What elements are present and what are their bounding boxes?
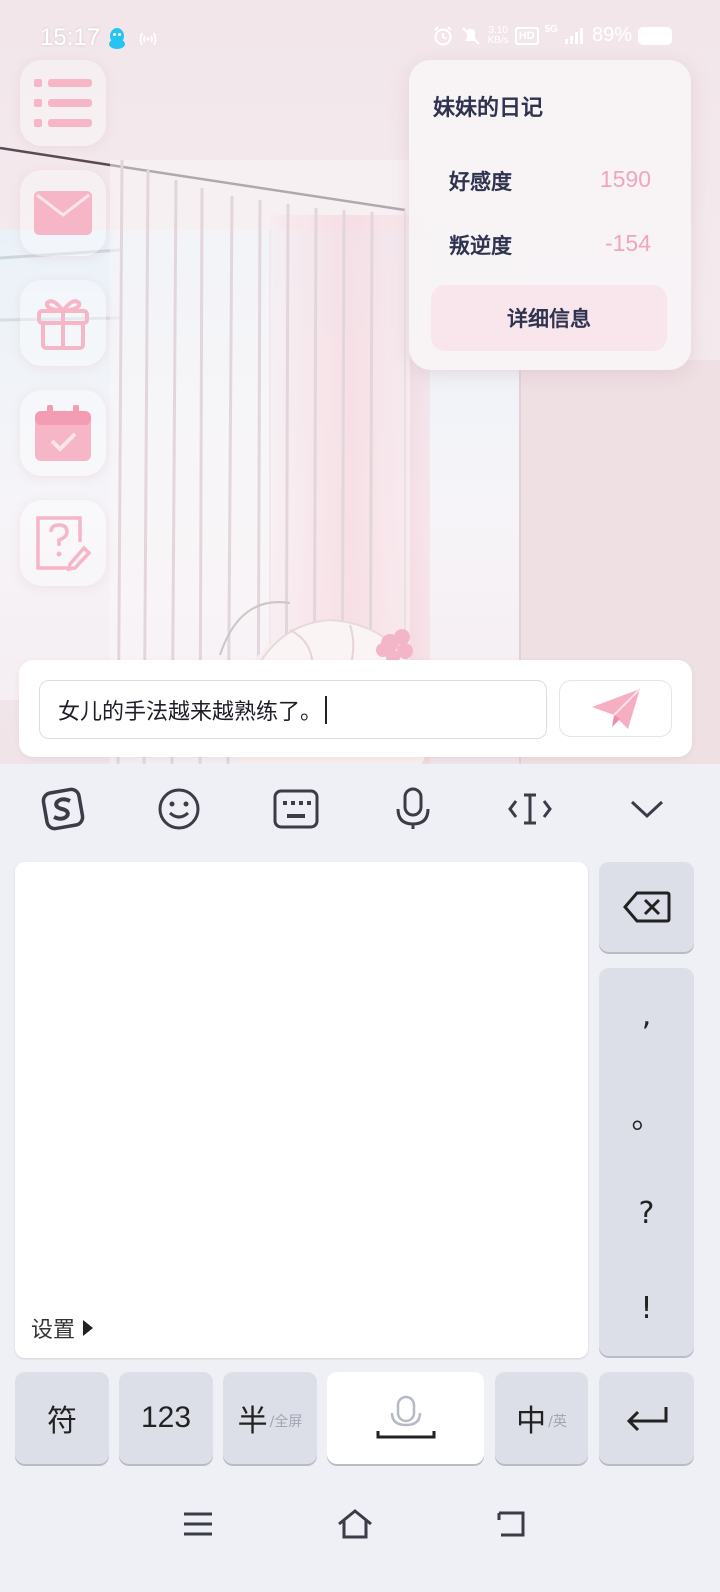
quiz-button[interactable]: [20, 500, 106, 586]
space-key[interactable]: [327, 1372, 484, 1464]
language-switch-key[interactable]: 中 /英: [495, 1372, 588, 1464]
play-triangle-icon: [83, 1320, 94, 1336]
calendar-button[interactable]: [20, 390, 106, 476]
settings-label: 设置: [31, 1318, 76, 1343]
calendar-check-icon: [35, 405, 91, 461]
menu-button[interactable]: [20, 60, 106, 146]
composer-panel: 女儿的手法越来越熟练了。: [19, 660, 692, 757]
diary-panel: 妹妹的日记 好感度 1590 叛逆度 -154 详细信息: [409, 60, 691, 370]
enter-icon: [626, 1407, 667, 1432]
punct-comma-key[interactable]: ,: [642, 998, 652, 1033]
hd-badge: HD: [514, 26, 539, 45]
nav-back-button[interactable]: [492, 1504, 532, 1544]
back-icon: [497, 1511, 525, 1537]
space-mic-icon: [376, 1395, 435, 1439]
alarm-icon: [433, 25, 452, 45]
status-right-group: 3.10 KB/s HD 5G 89%: [432, 24, 672, 47]
diary-title: 妹妹的日记: [433, 96, 544, 121]
voice-input-button[interactable]: [390, 786, 436, 832]
home-icon: [338, 1509, 372, 1539]
mail-button[interactable]: [20, 170, 106, 256]
network-speed-value: 3.10: [488, 24, 508, 36]
collapse-keyboard-button[interactable]: [624, 786, 670, 832]
half-width-key-label: 半: [237, 1404, 268, 1439]
handwriting-area[interactable]: 设置: [15, 862, 588, 1358]
microphone-icon: [396, 787, 430, 829]
punct-period-key[interactable]: 。: [632, 1093, 662, 1137]
gift-button[interactable]: [20, 280, 106, 366]
backspace-icon: [622, 891, 670, 923]
language-key-label: 中: [516, 1404, 547, 1439]
message-input-text: 女儿的手法越来越熟练了。: [58, 699, 323, 725]
text-caret: [325, 695, 328, 724]
nav-menu-button[interactable]: [178, 1504, 218, 1544]
keyboard-switch-button[interactable]: [273, 786, 319, 832]
symbols-key[interactable]: 符: [15, 1372, 109, 1464]
settings-link[interactable]: 设置: [31, 1312, 94, 1344]
network-speed: 3.10 KB/s: [487, 24, 509, 46]
mute-bell-icon: [461, 26, 480, 45]
keyboard-icon: [273, 789, 319, 829]
menu-lines-icon: [184, 1512, 212, 1536]
emoji-button[interactable]: [156, 786, 202, 832]
system-nav-bar: [0, 1478, 720, 1592]
status-time: 15:17: [40, 24, 101, 51]
message-input[interactable]: 女儿的手法越来越熟练了。: [39, 680, 547, 739]
punct-question-key[interactable]: ?: [639, 1196, 655, 1231]
gift-icon: [37, 299, 89, 350]
rebellion-label: 叛逆度: [449, 234, 512, 258]
signal-icon: [564, 27, 583, 44]
cursor-move-button[interactable]: [507, 786, 553, 832]
network-type: 5G: [544, 24, 558, 35]
sogou-logo-icon: [41, 787, 85, 831]
enter-key[interactable]: [599, 1372, 694, 1464]
keyboard-toolbar: [0, 764, 720, 852]
half-width-key-sub: /全屏: [269, 1414, 303, 1430]
hotspot-icon: [139, 32, 157, 46]
numbers-key-label: 123: [140, 1401, 192, 1434]
envelope-icon: [34, 191, 92, 235]
send-button[interactable]: [559, 680, 672, 737]
paper-plane-icon: [591, 687, 641, 729]
network-speed-unit: KB/s: [487, 34, 509, 46]
detail-info-button[interactable]: 详细信息: [431, 285, 667, 351]
backspace-key[interactable]: [599, 862, 694, 952]
qq-penguin-icon: [109, 28, 125, 49]
sogou-logo-button[interactable]: [40, 786, 86, 832]
numbers-key[interactable]: 123: [119, 1372, 213, 1464]
list-icon: [34, 79, 92, 127]
battery-icon: [638, 26, 672, 45]
soft-keyboard: 设置 , 。 ? ! 符 123 半 /全屏 中 /英: [0, 764, 720, 1592]
nav-home-button[interactable]: [335, 1504, 375, 1544]
question-edit-icon: [36, 516, 92, 572]
battery-percent: 89%: [591, 24, 632, 46]
affection-value: 1590: [599, 166, 651, 192]
collapse-chevron-icon: [630, 800, 664, 819]
rebellion-value: -154: [604, 230, 651, 256]
half-width-key[interactable]: 半 /全屏: [223, 1372, 317, 1464]
punctuation-column: , 。 ? !: [599, 968, 694, 1356]
symbols-key-label: 符: [47, 1404, 77, 1439]
cursor-move-icon: [508, 793, 552, 825]
affection-label: 好感度: [449, 170, 512, 194]
emoji-icon: [158, 788, 200, 830]
language-key-sub: /英: [548, 1414, 567, 1430]
punct-exclamation-key[interactable]: !: [640, 1291, 652, 1326]
